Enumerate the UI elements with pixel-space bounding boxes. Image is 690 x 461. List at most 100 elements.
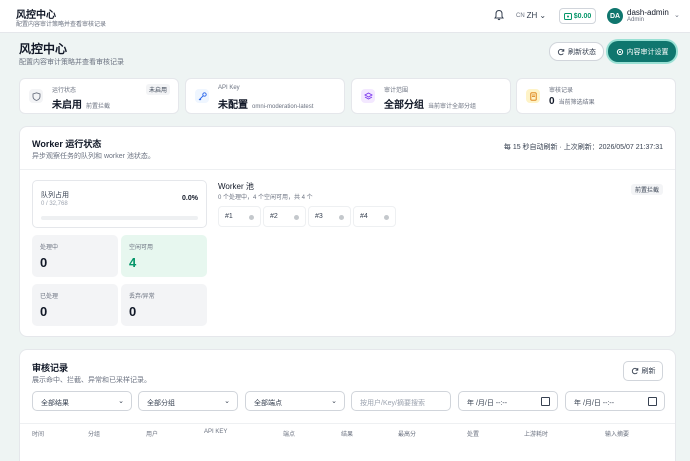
worker-pool-title: Worker 池: [218, 182, 254, 191]
page-subtitle: 配置内容审计策略并查看审核记录: [19, 59, 124, 66]
select-value: 全部分组: [147, 400, 175, 407]
refresh-label: 刷新: [641, 368, 656, 375]
status-badge: 未启用: [145, 84, 170, 95]
column-header[interactable]: 上游耗时: [524, 429, 548, 438]
audit-records-panel: 审核记录 展示命中、拦截、异常和已采样记录。 刷新 全部结果 ⌄ 全部分组 ⌄ …: [19, 349, 676, 461]
balance-value: $0.00: [573, 12, 592, 20]
column-header[interactable]: 结果: [341, 429, 353, 438]
stat-card-audit-scope: 审计范围 全部分组 当前审计全部分组: [351, 78, 511, 114]
worker-slot: #3: [308, 206, 351, 227]
page-title: 风控中心: [19, 42, 68, 56]
column-header[interactable]: 处置: [467, 429, 479, 438]
select-value: 全部端点: [254, 400, 282, 407]
column-header[interactable]: 最高分: [398, 429, 416, 438]
worker-panel-subtitle: 异步观察任务的队列和 worker 池状态。: [32, 153, 155, 160]
metric-label: 处理中: [40, 245, 59, 251]
column-header[interactable]: 分组: [88, 429, 100, 438]
stat-card-audit-records: 审核记录 0 当前筛选结果: [516, 78, 676, 114]
column-header[interactable]: 用户: [146, 429, 158, 438]
gear-icon: [616, 48, 623, 55]
end-date-input[interactable]: 年 /月/日 --:--: [565, 391, 665, 411]
queue-progress-bar: [41, 216, 198, 220]
document-icon: [526, 89, 540, 103]
stat-label: 审计范围: [384, 88, 409, 94]
balance-badge[interactable]: $0.00: [559, 8, 596, 24]
metric-processing: 处理中 0: [32, 235, 118, 277]
language-prefix: CN: [516, 12, 525, 19]
refresh-status-label: 刷新状态: [568, 48, 596, 56]
metric-idle: 空闲可用 4: [121, 235, 207, 277]
start-date-input[interactable]: 年 /月/日 --:--: [458, 391, 558, 411]
status-dot-icon: [384, 215, 389, 220]
chevron-down-icon: ⌄: [331, 398, 337, 405]
content-audit-settings-button[interactable]: 内容审计设置: [608, 41, 676, 62]
language-switcher[interactable]: CN ZH ⌄: [516, 11, 546, 20]
endpoint-filter-select[interactable]: 全部端点 ⌄: [245, 391, 345, 411]
app-subtitle: 配置内容审计策略并查看审核记录: [16, 22, 107, 28]
column-header[interactable]: 时间: [32, 429, 44, 438]
metric-value: 0: [40, 304, 48, 319]
worker-slot-label: #1: [225, 213, 233, 220]
queue-usage-card: 队列占用 0 / 32,768 0.0%: [32, 180, 207, 228]
key-icon: [195, 89, 209, 103]
select-value: 全部结果: [41, 400, 69, 407]
calendar-icon[interactable]: [541, 397, 550, 406]
worker-slot: #1: [218, 206, 261, 227]
worker-slot-label: #4: [360, 213, 368, 220]
metric-dropped: 丢弃/异常 0: [121, 284, 207, 326]
stat-card-run-status: 运行状态 未启用 前置拦截 未启用: [19, 78, 179, 114]
metric-label: 空闲可用: [129, 245, 154, 251]
user-role: Admin: [627, 17, 645, 23]
worker-pool-subtitle: 0 个处理中，4 个空闲可用，共 4 个: [218, 195, 313, 201]
refresh-icon: [631, 367, 638, 375]
queue-label: 队列占用: [41, 192, 69, 199]
worker-slot-label: #3: [315, 213, 323, 220]
status-dot-icon: [249, 215, 254, 220]
divider: [20, 169, 675, 170]
chevron-down-icon[interactable]: ⌄: [674, 11, 680, 19]
metric-label: 已处理: [40, 294, 59, 300]
stat-desc: 前置拦截: [86, 104, 111, 110]
stat-value: 0 当前筛选结果: [549, 96, 595, 107]
refresh-button[interactable]: 刷新: [623, 361, 663, 381]
refresh-icon: [557, 48, 565, 55]
stat-label: 审核记录: [549, 88, 574, 94]
user-name[interactable]: dash-admin: [627, 8, 669, 17]
metric-value: 0: [129, 304, 137, 319]
avatar[interactable]: DA: [607, 8, 623, 24]
shield-icon: [29, 89, 43, 103]
column-header[interactable]: 端点: [283, 429, 295, 438]
column-header[interactable]: 输入摘要: [605, 429, 629, 438]
worker-slot: #4: [353, 206, 396, 227]
worker-slot-label: #2: [270, 213, 278, 220]
column-header[interactable]: API KEY: [204, 429, 227, 435]
calendar-icon[interactable]: [648, 397, 657, 406]
date-value: 年 /月/日 --:--: [467, 400, 508, 407]
stat-desc: 当前审计全部分组: [428, 104, 477, 110]
layers-icon: [361, 89, 375, 103]
records-subtitle: 展示命中、拦截、异常和已采样记录。: [32, 377, 151, 384]
stat-card-api-key: API Key 未配置 omni-moderation-latest: [185, 78, 345, 114]
stat-desc: omni-moderation-latest: [252, 104, 314, 110]
chevron-down-icon: ⌄: [118, 398, 124, 405]
search-input[interactable]: 按用户/Key/摘要搜索: [351, 391, 451, 411]
wallet-icon: [563, 12, 572, 20]
stat-desc: 当前筛选结果: [558, 100, 595, 106]
stat-value: 全部分组 当前审计全部分组: [384, 100, 477, 111]
worker-status-panel: Worker 运行状态 异步观察任务的队列和 worker 池状态。 每 15 …: [19, 126, 676, 337]
chevron-down-icon: ⌄: [224, 398, 230, 405]
stat-value: 未启用 前置拦截: [52, 100, 111, 111]
chevron-down-icon: ⌄: [539, 11, 547, 20]
group-filter-select[interactable]: 全部分组 ⌄: [138, 391, 238, 411]
metric-processed: 已处理 0: [32, 284, 118, 326]
worker-slot: #2: [263, 206, 306, 227]
result-filter-select[interactable]: 全部结果 ⌄: [32, 391, 132, 411]
bell-icon[interactable]: [493, 9, 505, 21]
refresh-status-button[interactable]: 刷新状态: [549, 42, 604, 61]
queue-percent: 0.0%: [182, 195, 198, 202]
metric-value: 4: [129, 255, 137, 270]
queue-count: 0 / 32,768: [41, 201, 68, 207]
search-placeholder: 按用户/Key/摘要搜索: [360, 400, 425, 407]
date-value: 年 /月/日 --:--: [574, 400, 615, 407]
language-label: ZH: [526, 11, 538, 20]
